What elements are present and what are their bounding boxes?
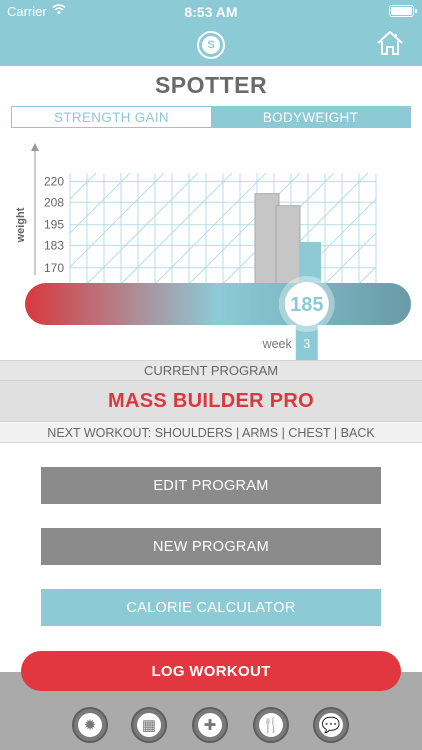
y-tick-label: 208 [44, 195, 64, 209]
tab-bodyweight[interactable]: BODYWEIGHT [211, 107, 410, 127]
top-bar: Carrier 8:53 AM S [0, 0, 422, 66]
app-logo: S [197, 31, 225, 59]
tab-calendar[interactable]: ▦ [131, 707, 167, 743]
page-title: SPOTTER [154, 72, 268, 98]
log-workout-button[interactable]: LOG WORKOUT [21, 651, 401, 691]
y-axis-label: weight [15, 207, 27, 243]
plus-icon: ✚ [198, 713, 222, 737]
y-axis: weight 170 183 195 208 220 [15, 143, 64, 275]
chat-icon: 💬 [319, 713, 343, 737]
slider-value: 185 [290, 294, 323, 316]
weight-chart: weight 170 183 195 208 220 185 week 3 [15, 143, 411, 360]
clock: 8:53 AM [184, 4, 238, 20]
status-bar: Carrier 8:53 AM [0, 0, 422, 22]
home-icon[interactable] [376, 30, 404, 56]
week-value: 3 [303, 337, 310, 351]
y-tick-label: 195 [44, 218, 64, 232]
week-label: week [262, 337, 293, 351]
y-tick-label: 170 [44, 261, 64, 275]
tab-strength-gain[interactable]: STRENGTH GAIN [12, 107, 211, 127]
y-tick-label: 183 [44, 238, 64, 252]
tab-add[interactable]: ✚ [192, 707, 228, 743]
current-program-label: CURRENT PROGRAM [0, 360, 422, 380]
tab-chat[interactable]: 💬 [313, 707, 349, 743]
battery-icon [389, 5, 417, 17]
next-workout: NEXT WORKOUT: SHOULDERS | ARMS | CHEST |… [0, 423, 422, 443]
edit-program-button[interactable]: EDIT PROGRAM [41, 467, 381, 504]
fork-knife-icon: 🍴 [259, 713, 283, 737]
program-name: MASS BUILDER PRO [0, 380, 422, 422]
tab-settings[interactable]: ✹ [72, 707, 108, 743]
slider-track [25, 283, 411, 325]
calendar-icon: ▦ [137, 713, 161, 737]
weight-slider[interactable]: 185 week 3 [25, 276, 411, 360]
y-tick-label: 220 [44, 175, 64, 189]
calorie-calculator-button[interactable]: CALORIE CALCULATOR [41, 589, 381, 626]
new-program-button[interactable]: NEW PROGRAM [41, 528, 381, 565]
gear-icon: ✹ [78, 713, 102, 737]
tab-nutrition[interactable]: 🍴 [253, 707, 289, 743]
y-axis-arrow [31, 143, 39, 151]
logo-letter: S [202, 36, 220, 54]
segmented-control: STRENGTH GAIN BODYWEIGHT [11, 106, 411, 128]
